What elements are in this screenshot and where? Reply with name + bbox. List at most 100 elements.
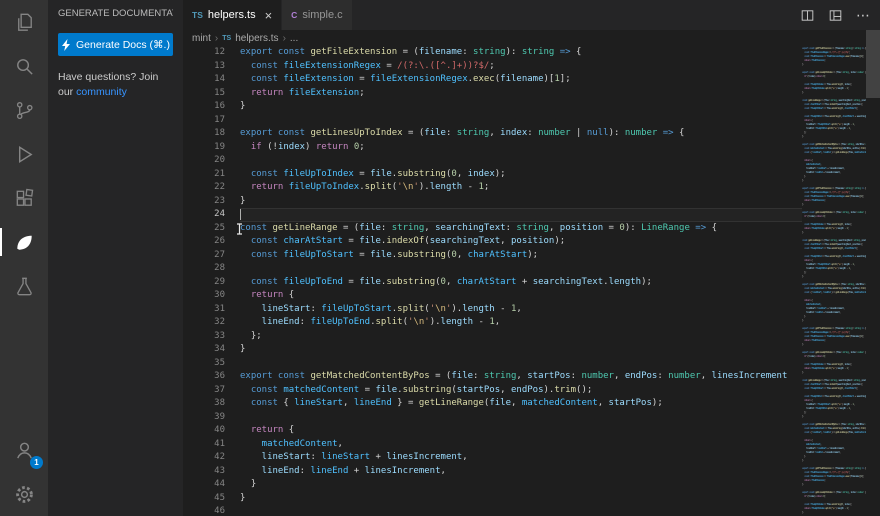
line-number[interactable]: 32 [183, 316, 225, 330]
code-line-20[interactable] [240, 154, 802, 168]
code-line-37[interactable]: const matchedContent = file.substring(st… [240, 384, 802, 398]
line-number[interactable]: 15 [183, 87, 225, 101]
line-number[interactable]: 27 [183, 249, 225, 263]
line-number[interactable]: 41 [183, 438, 225, 452]
line-number[interactable]: 20 [183, 154, 225, 168]
code-line-28[interactable] [240, 262, 802, 276]
code-pane[interactable]: export const getFileExtension = (filenam… [240, 46, 802, 516]
line-number[interactable]: 22 [183, 181, 225, 195]
line-number[interactable]: 28 [183, 262, 225, 276]
breadcrumb-symbol[interactable]: ... [290, 33, 298, 44]
testing-flask-icon[interactable] [0, 264, 48, 308]
code-line-46[interactable] [240, 505, 802, 516]
code-line-45[interactable]: } [240, 492, 802, 506]
tab-helpers-ts[interactable]: TS helpers.ts × [183, 0, 282, 30]
search-icon[interactable] [0, 44, 48, 88]
line-number[interactable]: 14 [183, 73, 225, 87]
line-number[interactable]: 38 [183, 397, 225, 411]
line-number[interactable]: 39 [183, 411, 225, 425]
line-number[interactable]: 30 [183, 289, 225, 303]
code-line-44[interactable]: } [240, 478, 802, 492]
line-number[interactable]: 45 [183, 492, 225, 506]
code-line-21[interactable]: const fileUpToIndex = file.substring(0, … [240, 168, 802, 182]
mintlify-doc-writer-icon[interactable] [0, 220, 48, 264]
scrollbar-thumb[interactable] [866, 30, 880, 98]
breadcrumb-file[interactable]: helpers.ts [235, 33, 278, 44]
code-line-42[interactable]: lineStart: lineStart + linesIncrement, [240, 451, 802, 465]
run-debug-icon[interactable] [0, 132, 48, 176]
close-tab-icon[interactable]: × [265, 8, 273, 23]
code-line-24[interactable] [240, 208, 802, 222]
code-line-19[interactable]: if (!index) return 0; [240, 141, 802, 155]
line-number[interactable]: 12 [183, 46, 225, 60]
code-line-17[interactable] [240, 114, 802, 128]
code-line-14[interactable]: const fileExtension = fileExtensionRegex… [240, 73, 802, 87]
code-line-36[interactable]: export const getMatchedContentByPos = (f… [240, 370, 802, 384]
line-number[interactable]: 16 [183, 100, 225, 114]
code-line-18[interactable]: export const getLinesUpToIndex = (file: … [240, 127, 802, 141]
code-line-34[interactable]: } [240, 343, 802, 357]
line-number[interactable]: 13 [183, 60, 225, 74]
code-line-33[interactable]: }; [240, 330, 802, 344]
code-line-38[interactable]: const { lineStart, lineEnd } = getLineRa… [240, 397, 802, 411]
line-number[interactable]: 34 [183, 343, 225, 357]
line-number[interactable]: 31 [183, 303, 225, 317]
line-number[interactable]: 23 [183, 195, 225, 209]
minimap[interactable]: export const getFileExtension = (filenam… [802, 30, 866, 516]
line-number[interactable]: 18 [183, 127, 225, 141]
code-line-30[interactable]: return { [240, 289, 802, 303]
code-line-32[interactable]: lineEnd: fileUpToEnd.split('\n').length … [240, 316, 802, 330]
code-line-13[interactable]: const fileExtensionRegex = /(?:\.([^.]+)… [240, 60, 802, 74]
extensions-icon[interactable] [0, 176, 48, 220]
breadcrumb-folder[interactable]: mint [192, 33, 211, 44]
line-number[interactable]: 44 [183, 478, 225, 492]
customize-layout-icon[interactable] [828, 8, 843, 23]
line-number[interactable]: 26 [183, 235, 225, 249]
split-editor-icon[interactable] [800, 8, 815, 23]
minimap-line: const fileUpToStart = file.substring(0, … [802, 246, 866, 250]
account-icon[interactable]: 1 [0, 428, 48, 472]
code-line-39[interactable] [240, 411, 802, 425]
code-line-41[interactable]: matchedContent, [240, 438, 802, 452]
community-link[interactable]: community [76, 86, 127, 98]
editor-scrollbar[interactable] [866, 30, 880, 516]
line-number[interactable]: 24 [183, 208, 225, 222]
settings-gear-icon[interactable] [0, 472, 48, 516]
code-line-27[interactable]: const fileUpToStart = file.substring(0, … [240, 249, 802, 263]
code-line-12[interactable]: export const getFileExtension = (filenam… [240, 46, 802, 60]
code-line-29[interactable]: const fileUpToEnd = file.substring(0, ch… [240, 276, 802, 290]
explorer-icon[interactable] [0, 0, 48, 44]
gutter[interactable]: 1213141516171819202122232425262728293031… [183, 46, 240, 516]
code-line-35[interactable] [240, 357, 802, 371]
line-number[interactable]: 33 [183, 330, 225, 344]
line-number[interactable]: 35 [183, 357, 225, 371]
line-number[interactable]: 25 [183, 222, 225, 236]
generate-docs-button[interactable]: Generate Docs (⌘.) [58, 33, 173, 56]
line-number[interactable]: 37 [183, 384, 225, 398]
line-number[interactable]: 17 [183, 114, 225, 128]
line-number[interactable]: 19 [183, 141, 225, 155]
editor-actions: ⋯ [800, 0, 880, 30]
code-line-26[interactable]: const charAtStart = file.indexOf(searchi… [240, 235, 802, 249]
line-number[interactable]: 36 [183, 370, 225, 384]
code-line-25[interactable]: const getLineRange = (file: string, sear… [240, 222, 802, 236]
source-control-icon[interactable] [0, 88, 48, 132]
line-number[interactable]: 46 [183, 505, 225, 516]
code-line-40[interactable]: return { [240, 424, 802, 438]
line-number[interactable]: 40 [183, 424, 225, 438]
line-number[interactable]: 21 [183, 168, 225, 182]
code-line-43[interactable]: lineEnd: lineEnd + linesIncrement, [240, 465, 802, 479]
editor-group: TS helpers.ts × C simple.c ⋯ mint › TS h [183, 0, 880, 516]
tab-simple-c[interactable]: C simple.c [282, 0, 352, 30]
account-badge: 1 [30, 456, 43, 469]
code-editor[interactable]: 1213141516171819202122232425262728293031… [183, 46, 802, 516]
code-line-22[interactable]: return fileUpToIndex.split('\n').length … [240, 181, 802, 195]
line-number[interactable]: 42 [183, 451, 225, 465]
line-number[interactable]: 29 [183, 276, 225, 290]
code-line-15[interactable]: return fileExtension; [240, 87, 802, 101]
line-number[interactable]: 43 [183, 465, 225, 479]
code-line-31[interactable]: lineStart: fileUpToStart.split('\n').len… [240, 303, 802, 317]
code-line-23[interactable]: } [240, 195, 802, 209]
more-actions-icon[interactable]: ⋯ [856, 8, 870, 22]
code-line-16[interactable]: } [240, 100, 802, 114]
